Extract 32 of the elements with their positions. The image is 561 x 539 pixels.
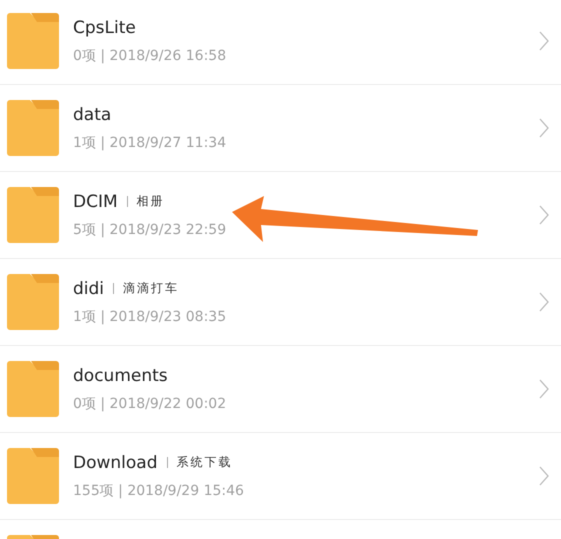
chevron-icon <box>539 466 549 486</box>
folder-tag: 相册 <box>136 193 165 210</box>
folder-name: documents <box>73 366 168 386</box>
folder-icon <box>7 274 59 330</box>
chevron-icon <box>539 379 549 399</box>
folder-row[interactable]: CpsLite 0项 | 2018/9/26 16:58 <box>0 0 561 85</box>
folder-details: 155项 | 2018/9/29 15:46 <box>73 482 245 500</box>
folder-name: Download <box>73 452 158 472</box>
folder-details: 1项 | 2018/9/23 08:35 <box>73 308 228 326</box>
folder-details: 0项 | 2018/9/22 00:02 <box>73 394 228 412</box>
folder-icon <box>7 448 59 504</box>
chevron-icon <box>539 292 549 312</box>
folder-row[interactable]: didi 滴滴打车 1项 | 2018/9/23 08:35 <box>0 259 561 346</box>
folder-details: 1项 | 2018/9/27 11:34 <box>73 134 228 152</box>
chevron-icon <box>539 31 549 51</box>
folder-tag: 系统下载 <box>176 454 233 471</box>
folder-icon <box>7 100 59 156</box>
folder-row[interactable]: data 1项 | 2018/9/27 11:34 <box>0 85 561 172</box>
folder-name: data <box>73 104 112 124</box>
folder-icon <box>7 361 59 417</box>
folder-details: 5项 | 2018/9/23 22:59 <box>73 220 228 238</box>
folder-name: didi <box>73 278 104 298</box>
folder-details: 0项 | 2018/9/26 16:58 <box>73 46 228 64</box>
chevron-icon <box>539 205 549 225</box>
folder-tag: 滴滴打车 <box>123 280 180 297</box>
folder-row[interactable]: documents 0项 | 2018/9/22 00:02 <box>0 346 561 433</box>
folder-icon <box>7 13 59 69</box>
folder-icon <box>7 187 59 243</box>
folder-name: CpsLite <box>73 18 136 38</box>
chevron-icon <box>539 118 549 138</box>
folder-name: DCIM <box>73 192 118 212</box>
folder-row[interactable]: Download 系统下载 155项 | 2018/9/29 15:46 <box>0 433 561 520</box>
